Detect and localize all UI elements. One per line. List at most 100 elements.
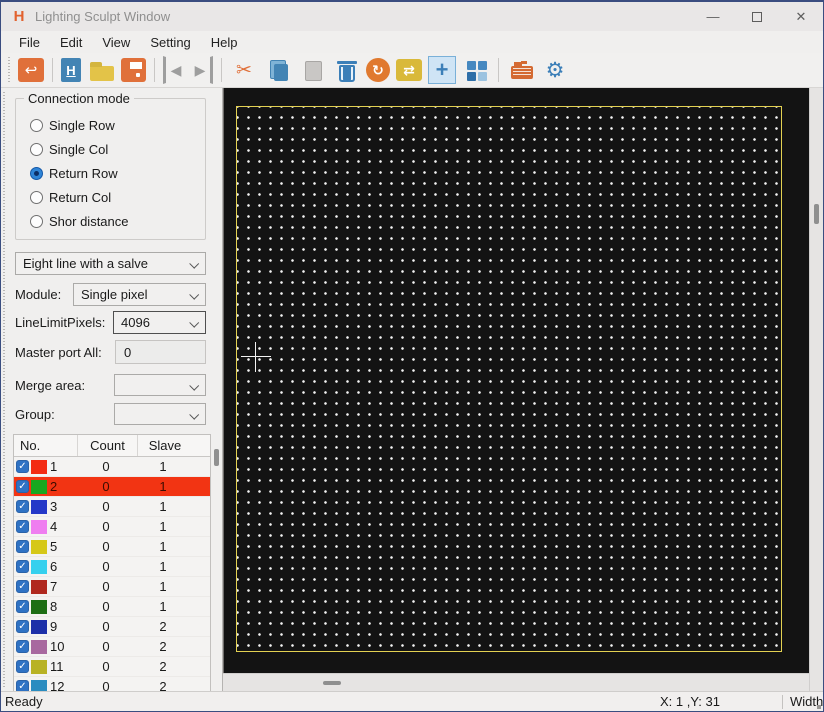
row-checkbox[interactable]: ✓	[16, 520, 29, 533]
toolbar-separator	[52, 58, 53, 82]
row-checkbox[interactable]: ✓	[16, 480, 29, 493]
maximize-button[interactable]	[735, 2, 779, 31]
cell-no: 5	[50, 539, 58, 554]
table-row[interactable]: ✓ 9 0 2	[14, 617, 210, 637]
open-folder-icon[interactable]	[87, 56, 115, 84]
connection-mode-title: Connection mode	[24, 91, 134, 106]
group-select[interactable]	[114, 403, 206, 425]
skip-back-icon[interactable]: ◀	[163, 56, 185, 84]
radio-option-return-row[interactable]: Return Row	[30, 161, 205, 185]
table-row[interactable]: ✓ 5 0 1	[14, 537, 210, 557]
cell-slave: 1	[159, 579, 167, 594]
toolbar-separator	[154, 58, 155, 82]
menu-setting[interactable]: Setting	[140, 33, 200, 52]
merge-area-select[interactable]	[114, 374, 206, 396]
menu-help[interactable]: Help	[201, 33, 248, 52]
master-port-input[interactable]: 0	[115, 340, 206, 364]
table-row[interactable]: ✓ 10 0 2	[14, 637, 210, 657]
minimize-button[interactable]: —	[691, 2, 735, 31]
cell-count: 0	[102, 479, 110, 494]
master-port-value: 0	[124, 344, 132, 360]
cell-slave: 2	[159, 679, 167, 691]
row-checkbox[interactable]: ✓	[16, 580, 29, 593]
column-header-count[interactable]: Count	[78, 435, 138, 456]
table-row[interactable]: ✓ 8 0 1	[14, 597, 210, 617]
radio-button-icon[interactable]	[30, 118, 43, 132]
column-header-slave[interactable]: Slave	[138, 435, 192, 456]
toolbar-grip[interactable]	[7, 57, 11, 83]
color-swatch	[31, 519, 47, 534]
return-box-icon[interactable]: ↩	[18, 58, 44, 82]
table-row[interactable]: ✓ 2 0 1	[14, 477, 210, 497]
module-select[interactable]: Single pixel	[73, 283, 206, 306]
cell-count: 0	[102, 459, 110, 474]
redo-loop-icon[interactable]: ↻	[366, 58, 390, 82]
row-checkbox[interactable]: ✓	[16, 560, 29, 573]
maximize-icon	[752, 11, 762, 22]
settings-gear-icon[interactable]: ⚙	[541, 56, 569, 84]
table-row[interactable]: ✓ 7 0 1	[14, 577, 210, 597]
radio-option-single-row[interactable]: Single Row	[30, 113, 205, 137]
menu-file[interactable]: File	[9, 33, 50, 52]
swap-arrows-icon[interactable]: ⇄	[396, 59, 422, 81]
cell-no: 9	[50, 619, 58, 634]
radio-button-icon[interactable]	[30, 142, 43, 156]
status-ready: Ready	[5, 694, 43, 709]
table-row[interactable]: ✓ 1 0 1	[14, 457, 210, 477]
row-checkbox[interactable]: ✓	[16, 500, 29, 513]
machine-icon[interactable]	[507, 56, 535, 84]
radio-button-icon[interactable]	[30, 214, 43, 228]
row-checkbox[interactable]: ✓	[16, 680, 29, 691]
cell-no: 8	[50, 599, 58, 614]
cell-count: 0	[102, 559, 110, 574]
row-checkbox[interactable]: ✓	[16, 540, 29, 553]
layout-canvas[interactable]	[223, 88, 809, 673]
delete-icon[interactable]	[332, 56, 360, 84]
table-scrollbar[interactable]	[211, 435, 222, 691]
menu-view[interactable]: View	[92, 33, 140, 52]
table-row[interactable]: ✓ 6 0 1	[14, 557, 210, 577]
new-file-icon[interactable]: H	[61, 58, 81, 82]
cell-no: 2	[50, 479, 58, 494]
table-scrollbar-thumb[interactable]	[214, 449, 219, 466]
line-mode-select[interactable]: Eight line with a salve	[15, 252, 206, 275]
vertical-scrollbar[interactable]	[809, 88, 823, 691]
color-swatch	[31, 559, 47, 574]
save-icon[interactable]	[121, 58, 146, 82]
radio-option-single-col[interactable]: Single Col	[30, 137, 205, 161]
close-button[interactable]: ✕	[779, 2, 823, 31]
row-checkbox[interactable]: ✓	[16, 640, 29, 653]
paste-icon[interactable]	[298, 56, 326, 84]
menu-edit[interactable]: Edit	[50, 33, 92, 52]
row-checkbox[interactable]: ✓	[16, 660, 29, 673]
column-header-no[interactable]: No.	[14, 435, 78, 456]
crosshair-cursor	[255, 342, 256, 372]
pixel-grid-area[interactable]	[236, 106, 782, 652]
table-row[interactable]: ✓ 12 0 2	[14, 677, 210, 691]
table-row[interactable]: ✓ 4 0 1	[14, 517, 210, 537]
table-row[interactable]: ✓ 11 0 2	[14, 657, 210, 677]
crosshair-icon[interactable]: +	[428, 56, 456, 84]
row-checkbox[interactable]: ✓	[16, 600, 29, 613]
line-limit-select[interactable]: 4096	[113, 311, 206, 334]
horizontal-scrollbar[interactable]	[223, 673, 809, 691]
row-checkbox[interactable]: ✓	[16, 460, 29, 473]
radio-option-return-col[interactable]: Return Col	[30, 185, 205, 209]
tiles-icon[interactable]	[462, 56, 490, 84]
skip-forward-icon[interactable]: ▶	[191, 56, 213, 84]
copy-icon[interactable]	[264, 56, 292, 84]
table-row[interactable]: ✓ 3 0 1	[14, 497, 210, 517]
radio-button-icon[interactable]	[30, 166, 43, 180]
vertical-scrollbar-thumb[interactable]	[814, 204, 819, 224]
cell-slave: 1	[159, 479, 167, 494]
cut-icon[interactable]: ✂	[230, 56, 258, 84]
radio-option-shor-distance[interactable]: Shor distance	[30, 209, 205, 233]
resize-grip[interactable]	[817, 705, 821, 709]
menu-bar: File Edit View Setting Help	[1, 31, 823, 53]
row-checkbox[interactable]: ✓	[16, 620, 29, 633]
cell-count: 0	[102, 599, 110, 614]
horizontal-scrollbar-thumb[interactable]	[323, 681, 341, 685]
panel-grip[interactable]	[3, 92, 6, 687]
status-bar: Ready X: 1 ,Y: 31 Width	[1, 691, 823, 711]
radio-button-icon[interactable]	[30, 190, 43, 204]
